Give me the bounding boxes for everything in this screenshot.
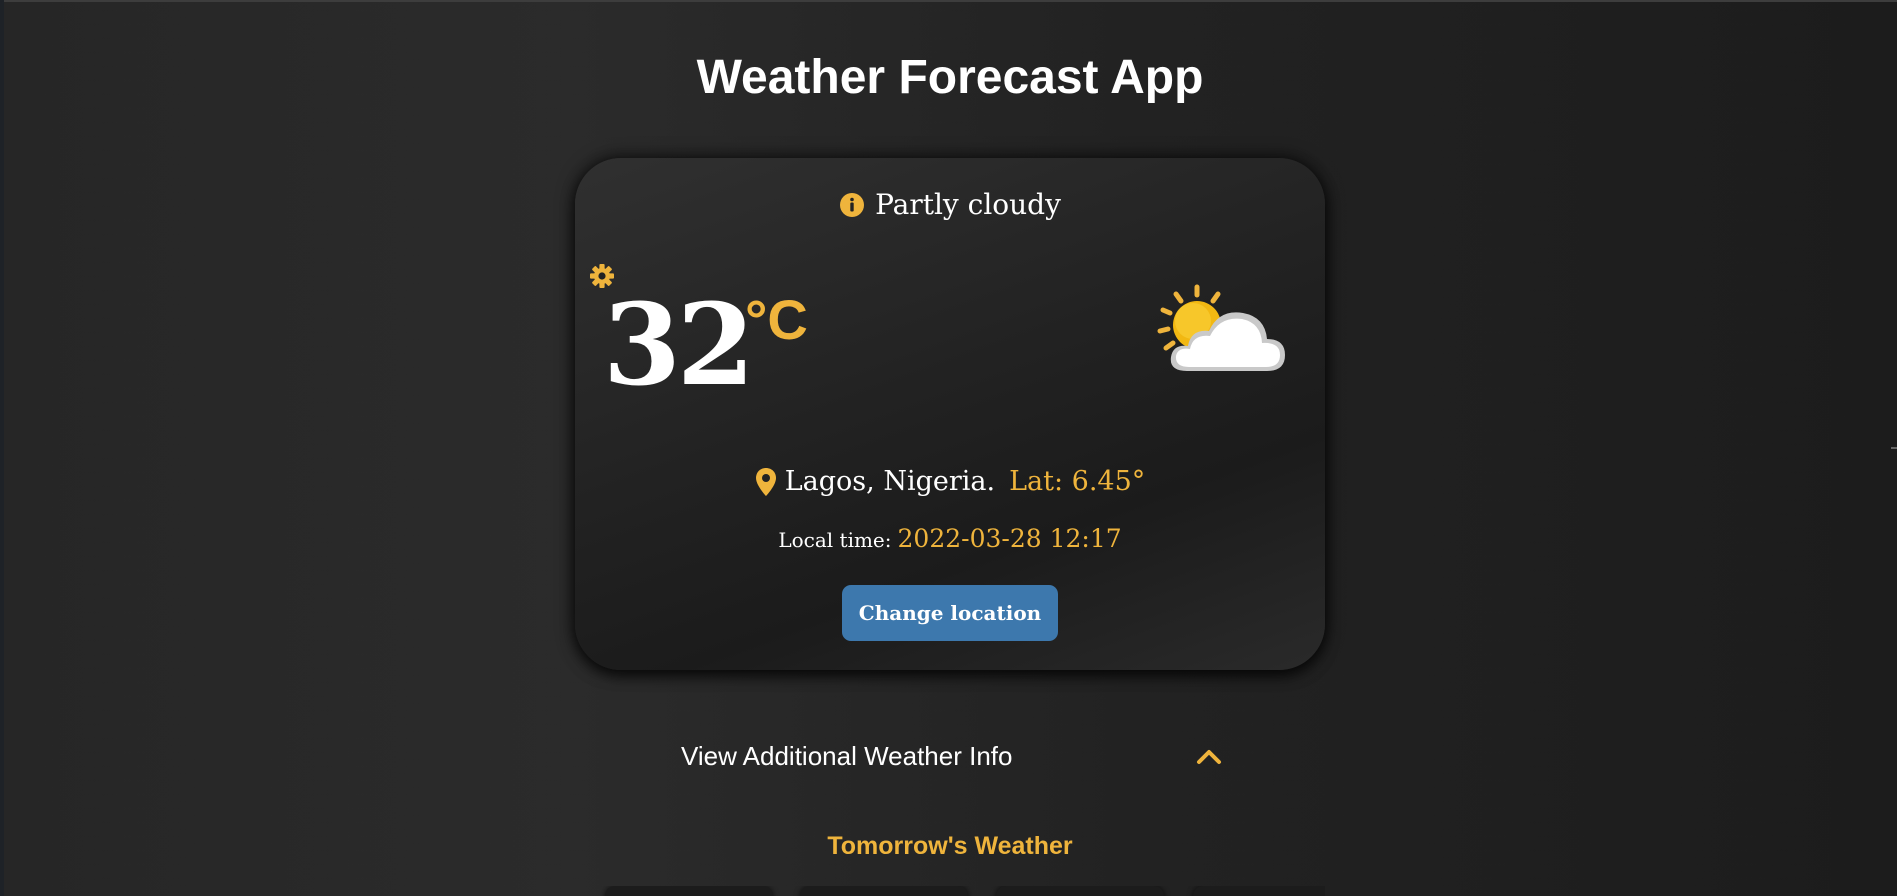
location-row: Lagos, Nigeria. Lat: 6.45° — [575, 466, 1325, 497]
latitude-value: Lat: 6.45° — [1009, 466, 1146, 497]
condition-row: Partly cloudy — [575, 188, 1325, 221]
current-weather-card: Partly cloudy 32 °C Lagos, Nigeria. Lat:… — [575, 158, 1325, 670]
window-top-border — [0, 0, 1897, 2]
map-pin-icon — [755, 467, 776, 496]
additional-info-label: View Additional Weather Info — [681, 740, 1013, 771]
window-left-edge — [0, 0, 4, 896]
temperature-value: 32 — [603, 280, 755, 411]
forecast-card — [605, 886, 773, 896]
tomorrow-forecast-strip — [575, 886, 1325, 896]
condition-text: Partly cloudy — [875, 188, 1061, 221]
local-time-label: Local time: — [778, 528, 892, 552]
forecast-card — [996, 886, 1164, 896]
local-time-row: Local time: 2022-03-28 12:17 — [575, 524, 1325, 553]
local-time-value: 2022-03-28 12:17 — [897, 524, 1122, 553]
info-icon — [840, 192, 865, 217]
app-title: Weather Forecast App — [696, 51, 1204, 104]
additional-info-toggle[interactable]: View Additional Weather Info — [681, 736, 1223, 776]
change-location-button[interactable]: Change location — [842, 585, 1058, 641]
temperature-unit: °C — [745, 288, 808, 351]
tomorrow-weather-title: Tomorrow's Weather — [827, 832, 1073, 860]
chevron-up-icon[interactable] — [1195, 746, 1223, 766]
forecast-card — [800, 886, 968, 896]
forecast-card — [1193, 886, 1325, 896]
partly-cloudy-icon — [1157, 284, 1285, 371]
location-name: Lagos, Nigeria. — [784, 466, 996, 497]
window-resize-handle[interactable] — [1891, 447, 1897, 449]
